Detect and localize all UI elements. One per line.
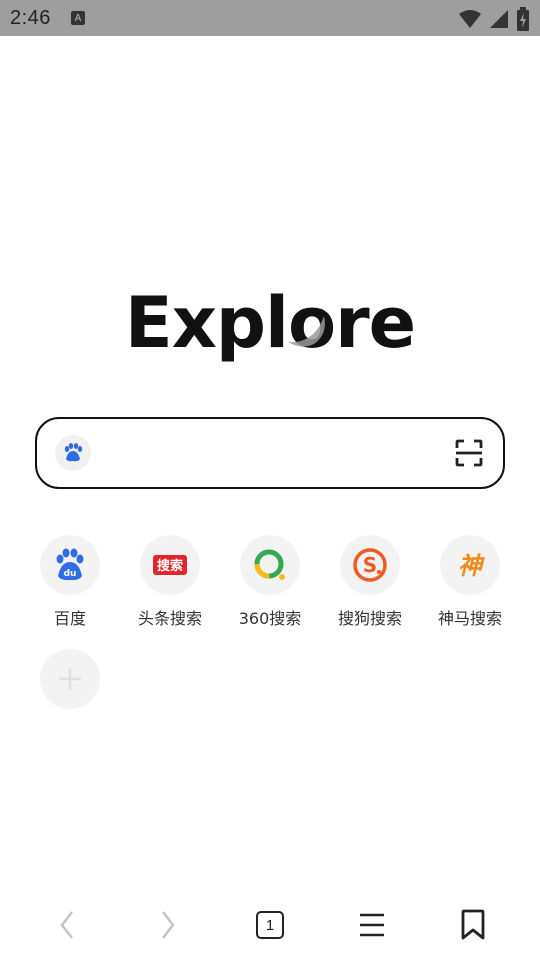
shortcut-label: 360搜索 <box>238 609 302 628</box>
menu-icon <box>359 913 384 937</box>
logo-swoosh-icon <box>288 316 325 347</box>
toutiao-search-icon: 搜索 <box>140 535 200 595</box>
svg-text:du: du <box>64 569 77 579</box>
shortcut-shenma-search[interactable]: 神 神马搜索 <box>420 535 520 629</box>
chevron-right-icon <box>162 911 175 939</box>
forward-button[interactable] <box>140 897 196 953</box>
baidu-icon: du <box>40 535 100 595</box>
shortcut-sogou-search[interactable]: S 搜狗搜索 <box>320 535 420 629</box>
plus-icon <box>40 649 100 709</box>
scan-button[interactable] <box>453 437 485 469</box>
shortcut-baidu[interactable]: du 百度 <box>20 535 120 629</box>
status-bar: 2:46 A <box>0 0 540 36</box>
360-search-icon <box>240 535 300 595</box>
explore-logo: Explore <box>0 278 540 368</box>
svg-text:搜索: 搜索 <box>157 558 183 574</box>
scan-icon <box>455 439 483 467</box>
add-shortcut-button[interactable] <box>20 649 120 709</box>
tabs-button[interactable]: 1 <box>242 897 298 953</box>
shortcut-label: 头条搜索 <box>137 609 202 628</box>
svg-text:S: S <box>363 553 377 577</box>
tab-count: 1 <box>255 911 284 939</box>
bottom-toolbar: 1 <box>0 890 540 960</box>
baidu-paw-icon <box>64 443 83 462</box>
search-input[interactable] <box>103 433 441 473</box>
shortcut-label: 百度 <box>53 609 86 628</box>
shortcut-toutiao-search[interactable]: 搜索 头条搜索 <box>120 535 220 629</box>
battery-icon <box>517 7 529 31</box>
search-box[interactable] <box>35 417 505 489</box>
shortcut-360-search[interactable]: 360搜索 <box>220 535 320 629</box>
a-icon: A <box>70 11 85 25</box>
back-button[interactable] <box>39 897 95 953</box>
shenma-search-icon: 神 <box>440 535 500 595</box>
signal-icon <box>490 10 508 28</box>
svg-text:神: 神 <box>458 552 485 580</box>
search-engine-selector[interactable] <box>55 435 91 471</box>
bookmarks-button[interactable] <box>445 897 501 953</box>
shortcut-label: 神马搜索 <box>437 609 502 628</box>
bookmark-icon <box>461 909 485 940</box>
status-icons <box>458 7 530 31</box>
shortcut-label: 搜狗搜索 <box>337 609 402 628</box>
logo-text: Explore <box>124 282 416 364</box>
menu-button[interactable] <box>344 897 400 953</box>
sogou-search-icon: S <box>340 535 400 595</box>
chevron-left-icon <box>60 911 73 939</box>
status-time: 2:46 <box>10 6 51 29</box>
shortcut-grid: du 百度 搜索 头条搜索 360搜索 S 搜狗搜索 神 神马搜索 <box>20 535 520 709</box>
wifi-icon <box>459 10 481 28</box>
